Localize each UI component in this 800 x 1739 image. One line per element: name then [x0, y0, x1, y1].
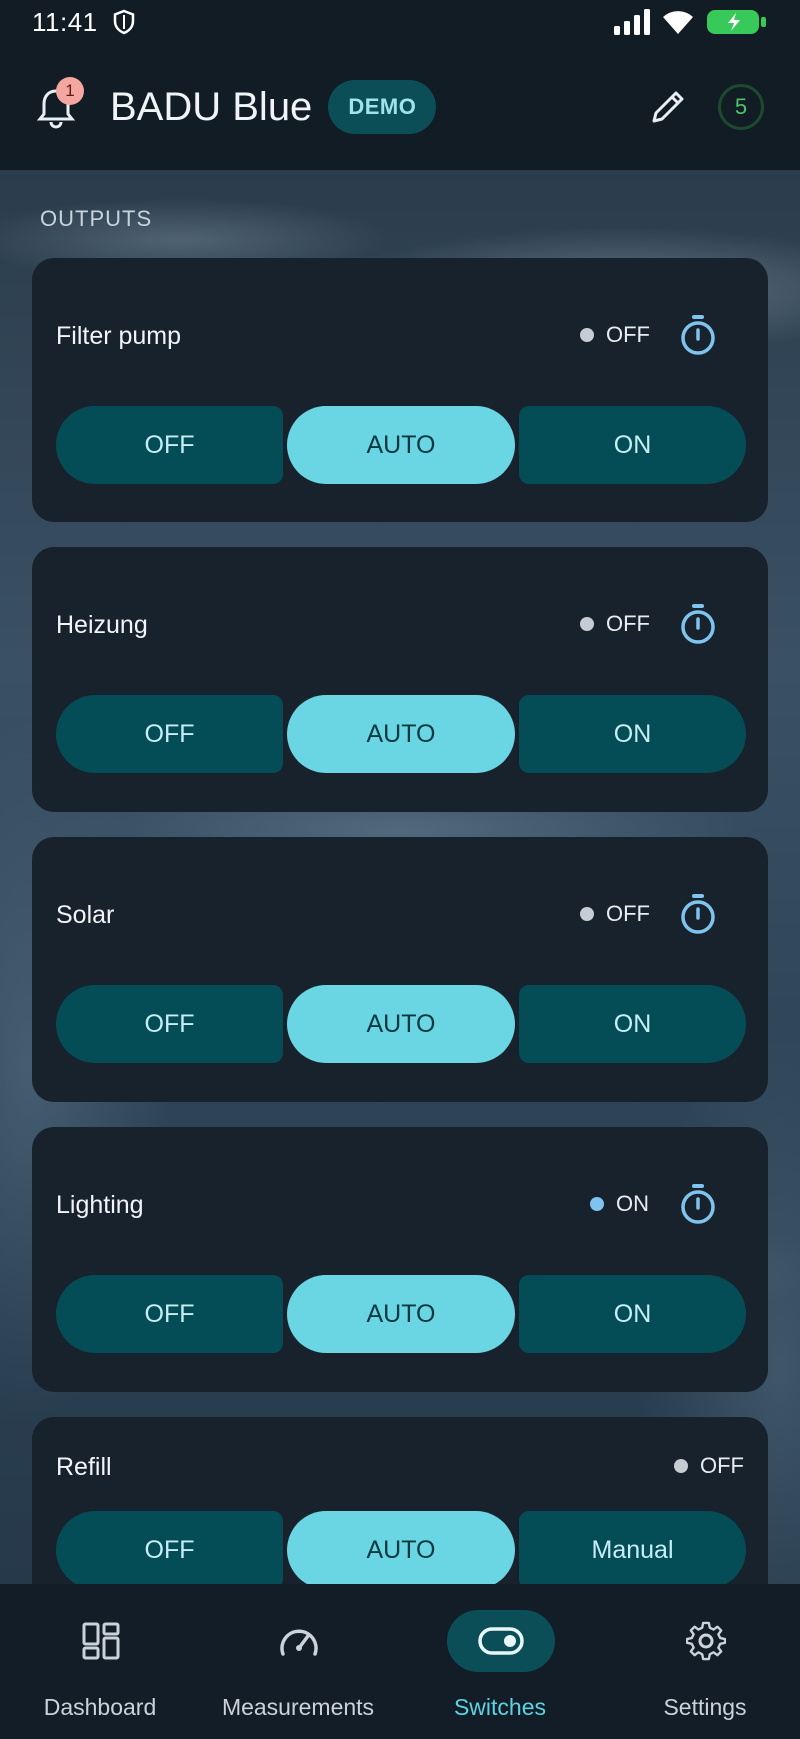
- nav-pill: [47, 1610, 155, 1672]
- nav-item-settings[interactable]: Settings: [605, 1604, 800, 1724]
- mode-auto-button[interactable]: AUTO: [287, 406, 515, 484]
- mode-auto-button[interactable]: AUTO: [287, 985, 515, 1063]
- output-state: ON: [590, 1191, 649, 1217]
- mode-on-button[interactable]: ON: [519, 1275, 746, 1353]
- toggle-icon: [478, 1627, 524, 1655]
- battery-icon: [707, 10, 766, 34]
- nav-label: Settings: [663, 1694, 747, 1720]
- output-name: Lighting: [56, 1191, 144, 1219]
- mode-off-button[interactable]: OFF: [56, 406, 283, 484]
- state-indicator-dot: [580, 907, 594, 921]
- status-bar: 11:41: [0, 0, 800, 44]
- mode-off-button[interactable]: OFF: [56, 1275, 283, 1353]
- output-state: OFF: [580, 901, 650, 927]
- output-state: OFF: [580, 611, 650, 637]
- mode-selector: OFF AUTO Manual: [56, 1511, 746, 1589]
- timer-icon[interactable]: [678, 314, 718, 356]
- state-indicator-dot: [580, 617, 594, 631]
- nav-label: Switches: [453, 1694, 547, 1720]
- nav-item-measurements[interactable]: Measurements: [198, 1604, 398, 1724]
- mode-auto-button[interactable]: AUTO: [287, 1275, 515, 1353]
- status-time: 11:41: [32, 6, 98, 37]
- output-state: OFF: [674, 1453, 744, 1479]
- nav-label: Dashboard: [43, 1694, 157, 1720]
- bottom-navigation: Dashboard Measurements Switches Settings: [0, 1584, 800, 1739]
- output-name: Solar: [56, 901, 115, 929]
- state-label: ON: [616, 1191, 649, 1216]
- mode-selector: OFF AUTO ON: [56, 1275, 746, 1353]
- output-state: OFF: [580, 322, 650, 348]
- output-name: Heizung: [56, 611, 148, 639]
- mode-manual-button[interactable]: Manual: [519, 1511, 746, 1589]
- state-label: OFF: [700, 1453, 744, 1478]
- timer-icon[interactable]: [678, 893, 718, 935]
- output-card-solar: Solar OFF OFF AUTO ON: [32, 837, 768, 1102]
- mode-on-button[interactable]: ON: [519, 985, 746, 1063]
- output-name: Refill: [56, 1453, 112, 1481]
- section-title: OUTPUTS: [40, 206, 153, 231]
- output-card-lighting: Lighting ON OFF AUTO ON: [32, 1127, 768, 1392]
- mode-selector: OFF AUTO ON: [56, 695, 746, 773]
- mode-on-button[interactable]: ON: [519, 695, 746, 773]
- notifications-button[interactable]: 1: [36, 77, 84, 129]
- output-card-heizung: Heizung OFF OFF AUTO ON: [32, 547, 768, 812]
- state-label: OFF: [606, 901, 650, 926]
- wifi-icon: [663, 11, 693, 35]
- mode-on-button[interactable]: ON: [519, 406, 746, 484]
- state-indicator-dot: [590, 1197, 604, 1211]
- signal-icon: [614, 9, 650, 35]
- shield-icon: [113, 9, 134, 35]
- output-name: Filter pump: [56, 322, 182, 350]
- mode-auto-button[interactable]: AUTO: [287, 695, 515, 773]
- nav-item-switches[interactable]: Switches: [400, 1604, 600, 1724]
- gauge-icon: [280, 1629, 318, 1656]
- mode-selector: OFF AUTO ON: [56, 406, 746, 484]
- state-indicator-dot: [674, 1459, 688, 1473]
- dashboard-icon: [82, 1622, 120, 1660]
- timer-icon[interactable]: [678, 1183, 718, 1225]
- state-label: OFF: [606, 322, 650, 347]
- demo-badge: DEMO: [328, 80, 437, 134]
- notification-badge: 1: [56, 77, 84, 105]
- state-indicator-dot: [580, 328, 594, 342]
- mode-selector: OFF AUTO ON: [56, 985, 746, 1063]
- gear-icon: [686, 1621, 726, 1661]
- status-count-badge[interactable]: 5: [718, 84, 764, 130]
- mode-auto-button[interactable]: AUTO: [287, 1511, 515, 1589]
- timer-icon[interactable]: [678, 603, 718, 645]
- nav-pill-active: [447, 1610, 555, 1672]
- nav-pill: [652, 1610, 760, 1672]
- nav-pill: [245, 1610, 353, 1672]
- nav-label: Measurements: [221, 1694, 375, 1720]
- mode-off-button[interactable]: OFF: [56, 985, 283, 1063]
- mode-off-button[interactable]: OFF: [56, 695, 283, 773]
- mode-off-button[interactable]: OFF: [56, 1511, 283, 1589]
- app-header: 1 BADU Blue DEMO 5: [0, 44, 800, 170]
- pencil-icon: [652, 91, 684, 123]
- edit-button[interactable]: [646, 85, 690, 129]
- state-label: OFF: [606, 611, 650, 636]
- output-card-filter-pump: Filter pump OFF OFF AUTO ON: [32, 258, 768, 522]
- app-title: BADU Blue: [110, 84, 313, 129]
- nav-item-dashboard[interactable]: Dashboard: [0, 1604, 200, 1724]
